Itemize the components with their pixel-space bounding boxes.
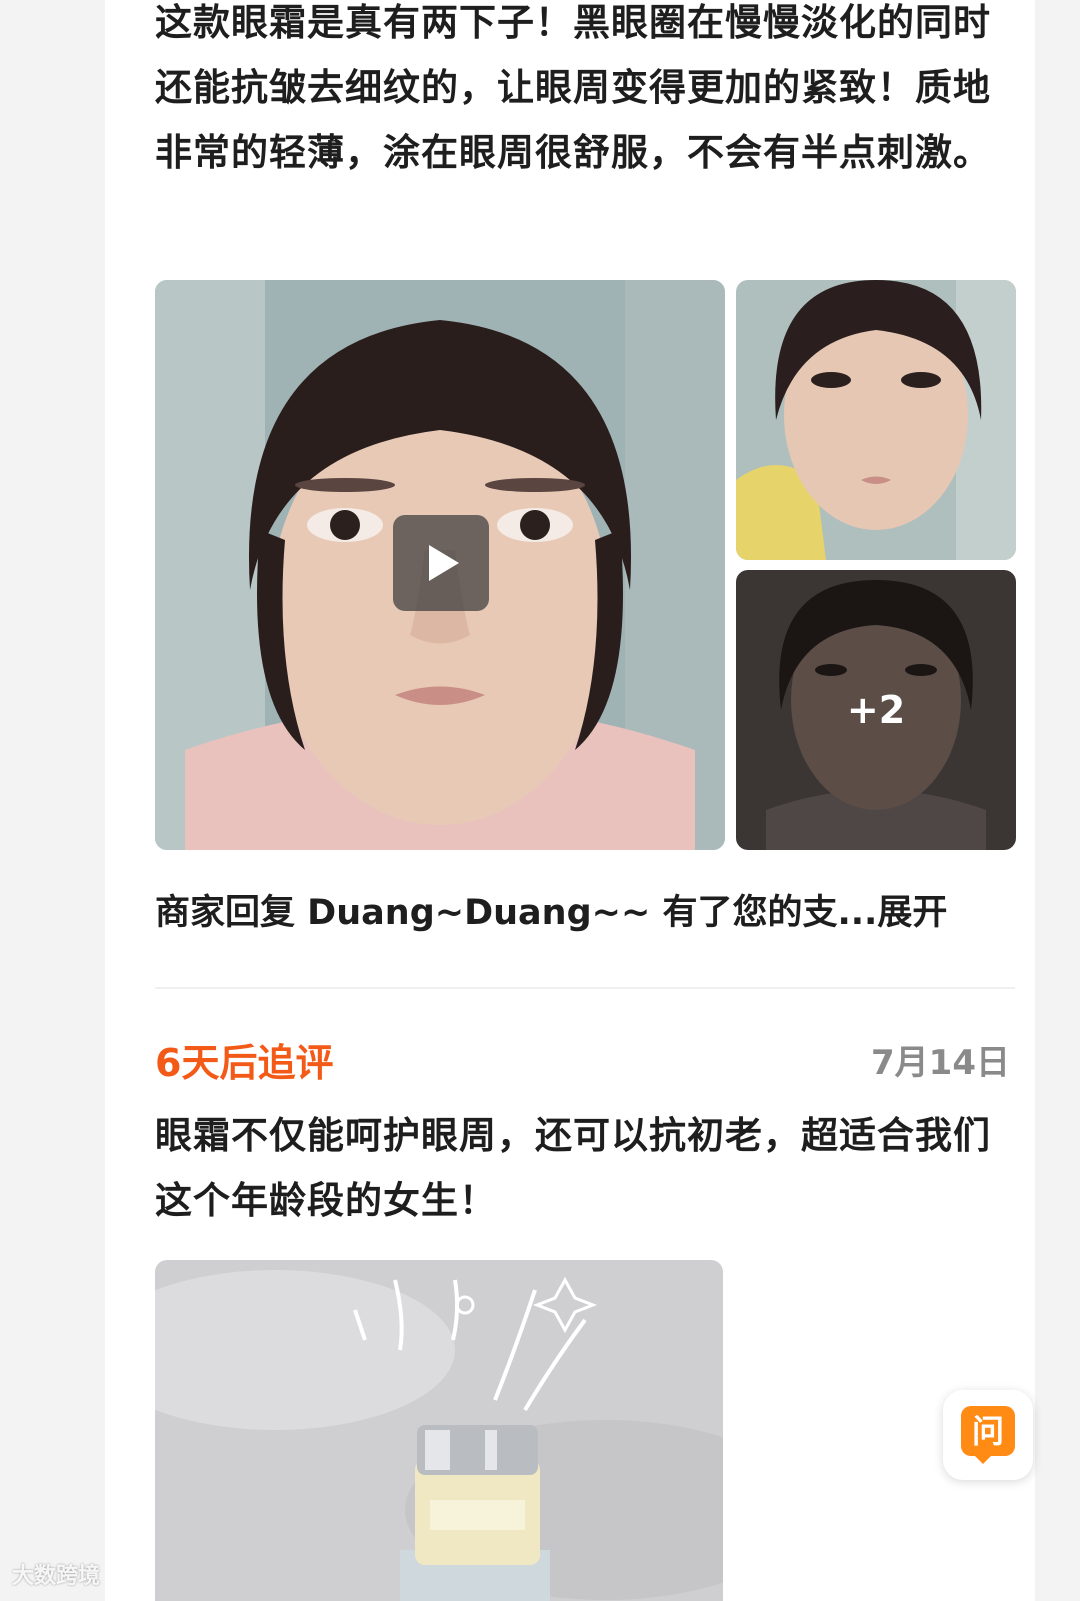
followup-text: 眼霜不仅能呵护眼周，还可以抗初老，超适合我们这个年龄段的女生！ <box>155 1114 991 1222</box>
ask-bubble-tail <box>973 1454 993 1464</box>
review-text: 这款眼霜是真有两下子！黑眼圈在慢慢淡化的同时还能抗皱去细纹的，让眼周变得更加的紧… <box>155 1 991 174</box>
ask-icon: 问 <box>961 1406 1015 1456</box>
followup-date: 7月14日 <box>871 1043 1010 1083</box>
followup-image-thumbnail[interactable] <box>155 1260 723 1601</box>
followup-label: 6天后追评 <box>155 1041 334 1085</box>
merchant-reply-text: 商家回复 Duang~Duang~~ 有了您的支... <box>155 893 878 933</box>
more-images-count: +2 <box>846 688 906 732</box>
expand-link[interactable]: 展开 <box>877 893 947 933</box>
play-button[interactable] <box>393 515 489 611</box>
watermark: 大数跨境 <box>12 1564 101 1589</box>
review-page: 这款眼霜是真有两下子！黑眼圈在慢慢淡化的同时还能抗皱去细纹的，让眼周变得更加的紧… <box>0 0 1080 1601</box>
divider <box>155 987 1015 989</box>
review-image-thumbnail[interactable] <box>736 280 1016 560</box>
merchant-reply[interactable]: 商家回复 Duang~Duang~~ 有了您的支...展开 <box>155 885 995 941</box>
play-icon <box>429 545 459 581</box>
ask-button[interactable]: 问 <box>943 1390 1033 1480</box>
